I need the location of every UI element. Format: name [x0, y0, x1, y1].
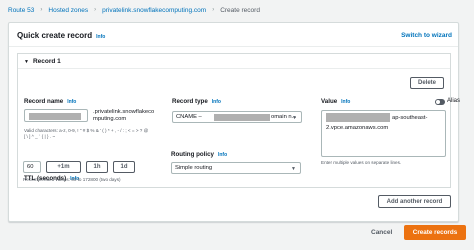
redacted-value — [326, 113, 390, 122]
record-name-input[interactable] — [24, 109, 88, 122]
routing-policy-label: Routing policy Info — [171, 151, 227, 158]
page-title-text: Quick create record — [17, 31, 93, 40]
redacted-record-name — [29, 113, 81, 120]
routing-policy-info-link[interactable]: Info — [218, 152, 227, 158]
breadcrumb: Route 53 › Hosted zones › privatelink.sn… — [8, 5, 260, 15]
record-name-label-text: Record name — [24, 98, 64, 105]
caret-down-icon[interactable]: ▼ — [24, 59, 29, 65]
ttl-value: 60 — [27, 164, 34, 170]
record-type-value-prefix: CNAME – — [176, 114, 202, 120]
breadcrumb-zone[interactable]: privatelink.snowflakecomputing.com — [102, 7, 206, 14]
record-name-suffix-line1: .privatelink.snowflakeco — [93, 109, 155, 115]
delete-button[interactable]: Delete — [410, 77, 444, 89]
panel-header: Quick create record Info Switch to wizard — [9, 23, 458, 47]
breadcrumb-separator: › — [40, 7, 43, 13]
caret-down-icon: ▼ — [291, 166, 296, 172]
switch-to-wizard-link[interactable]: Switch to wizard — [401, 32, 452, 39]
value-line2: 2.vpce.amazonaws.com — [326, 125, 389, 131]
title-info-link[interactable]: Info — [96, 34, 105, 40]
record-name-hint: Valid characters: a-z, 0-9, ! " # $ % & … — [24, 128, 148, 140]
value-hint: Enter multiple values on separate lines. — [321, 160, 402, 165]
routing-policy-value: Simple routing — [175, 165, 213, 171]
breadcrumb-separator: › — [212, 7, 215, 13]
breadcrumb-hosted-zones[interactable]: Hosted zones — [48, 7, 88, 14]
record-name-suffix-line2: mputing.com — [93, 116, 127, 122]
quick-create-panel: Quick create record Info Switch to wizard… — [8, 22, 461, 222]
value-line1-suffix: ap-southeast- — [392, 115, 428, 121]
routing-policy-select[interactable]: Simple routing ▼ — [171, 162, 301, 174]
alias-label: Alias — [447, 98, 461, 104]
add-another-record-button[interactable]: Add another record — [378, 195, 451, 208]
record-name-hint-line2: [ \ ] ^ _ ` { | } . ~ — [24, 134, 56, 139]
value-label-text: Value — [321, 98, 338, 105]
caret-down-icon: ▼ — [292, 115, 297, 121]
ttl-plus-1m-button[interactable]: +1m — [46, 161, 81, 173]
ttl-input[interactable]: 60 — [23, 161, 41, 173]
value-label: Value Info — [321, 98, 350, 105]
page-title: Quick create record Info — [17, 31, 105, 40]
record-type-label: Record type Info — [172, 98, 221, 105]
create-records-button[interactable]: Create records — [404, 225, 466, 240]
ttl-hint: Recommended values: 60 to 172800 (two da… — [23, 177, 121, 182]
record-type-info-link[interactable]: Info — [212, 99, 221, 105]
alias-toggle[interactable] — [435, 99, 445, 105]
breadcrumb-separator: › — [94, 7, 97, 13]
record-type-select[interactable]: CNAME – omain n... ▼ — [172, 111, 302, 123]
routing-policy-label-text: Routing policy — [171, 151, 214, 158]
record-name-label: Record name Info — [24, 98, 76, 105]
record-type-label-text: Record type — [172, 98, 208, 105]
record-header[interactable]: ▼ Record 1 — [18, 54, 450, 69]
ttl-1d-button[interactable]: 1d — [113, 161, 135, 173]
redacted-record-type — [214, 114, 270, 121]
ttl-1h-button[interactable]: 1h — [86, 161, 108, 173]
value-info-link[interactable]: Info — [341, 99, 350, 105]
breadcrumb-route53[interactable]: Route 53 — [8, 7, 34, 14]
cancel-button[interactable]: Cancel — [371, 229, 392, 236]
breadcrumb-current: Create record — [220, 6, 260, 14]
record-title: Record 1 — [32, 58, 61, 65]
record-name-info-link[interactable]: Info — [67, 99, 76, 105]
record-name-suffix: .privatelink.snowflakeco mputing.com — [93, 109, 154, 123]
value-textarea[interactable]: ap-southeast- 2.vpce.amazonaws.com — [321, 110, 446, 157]
